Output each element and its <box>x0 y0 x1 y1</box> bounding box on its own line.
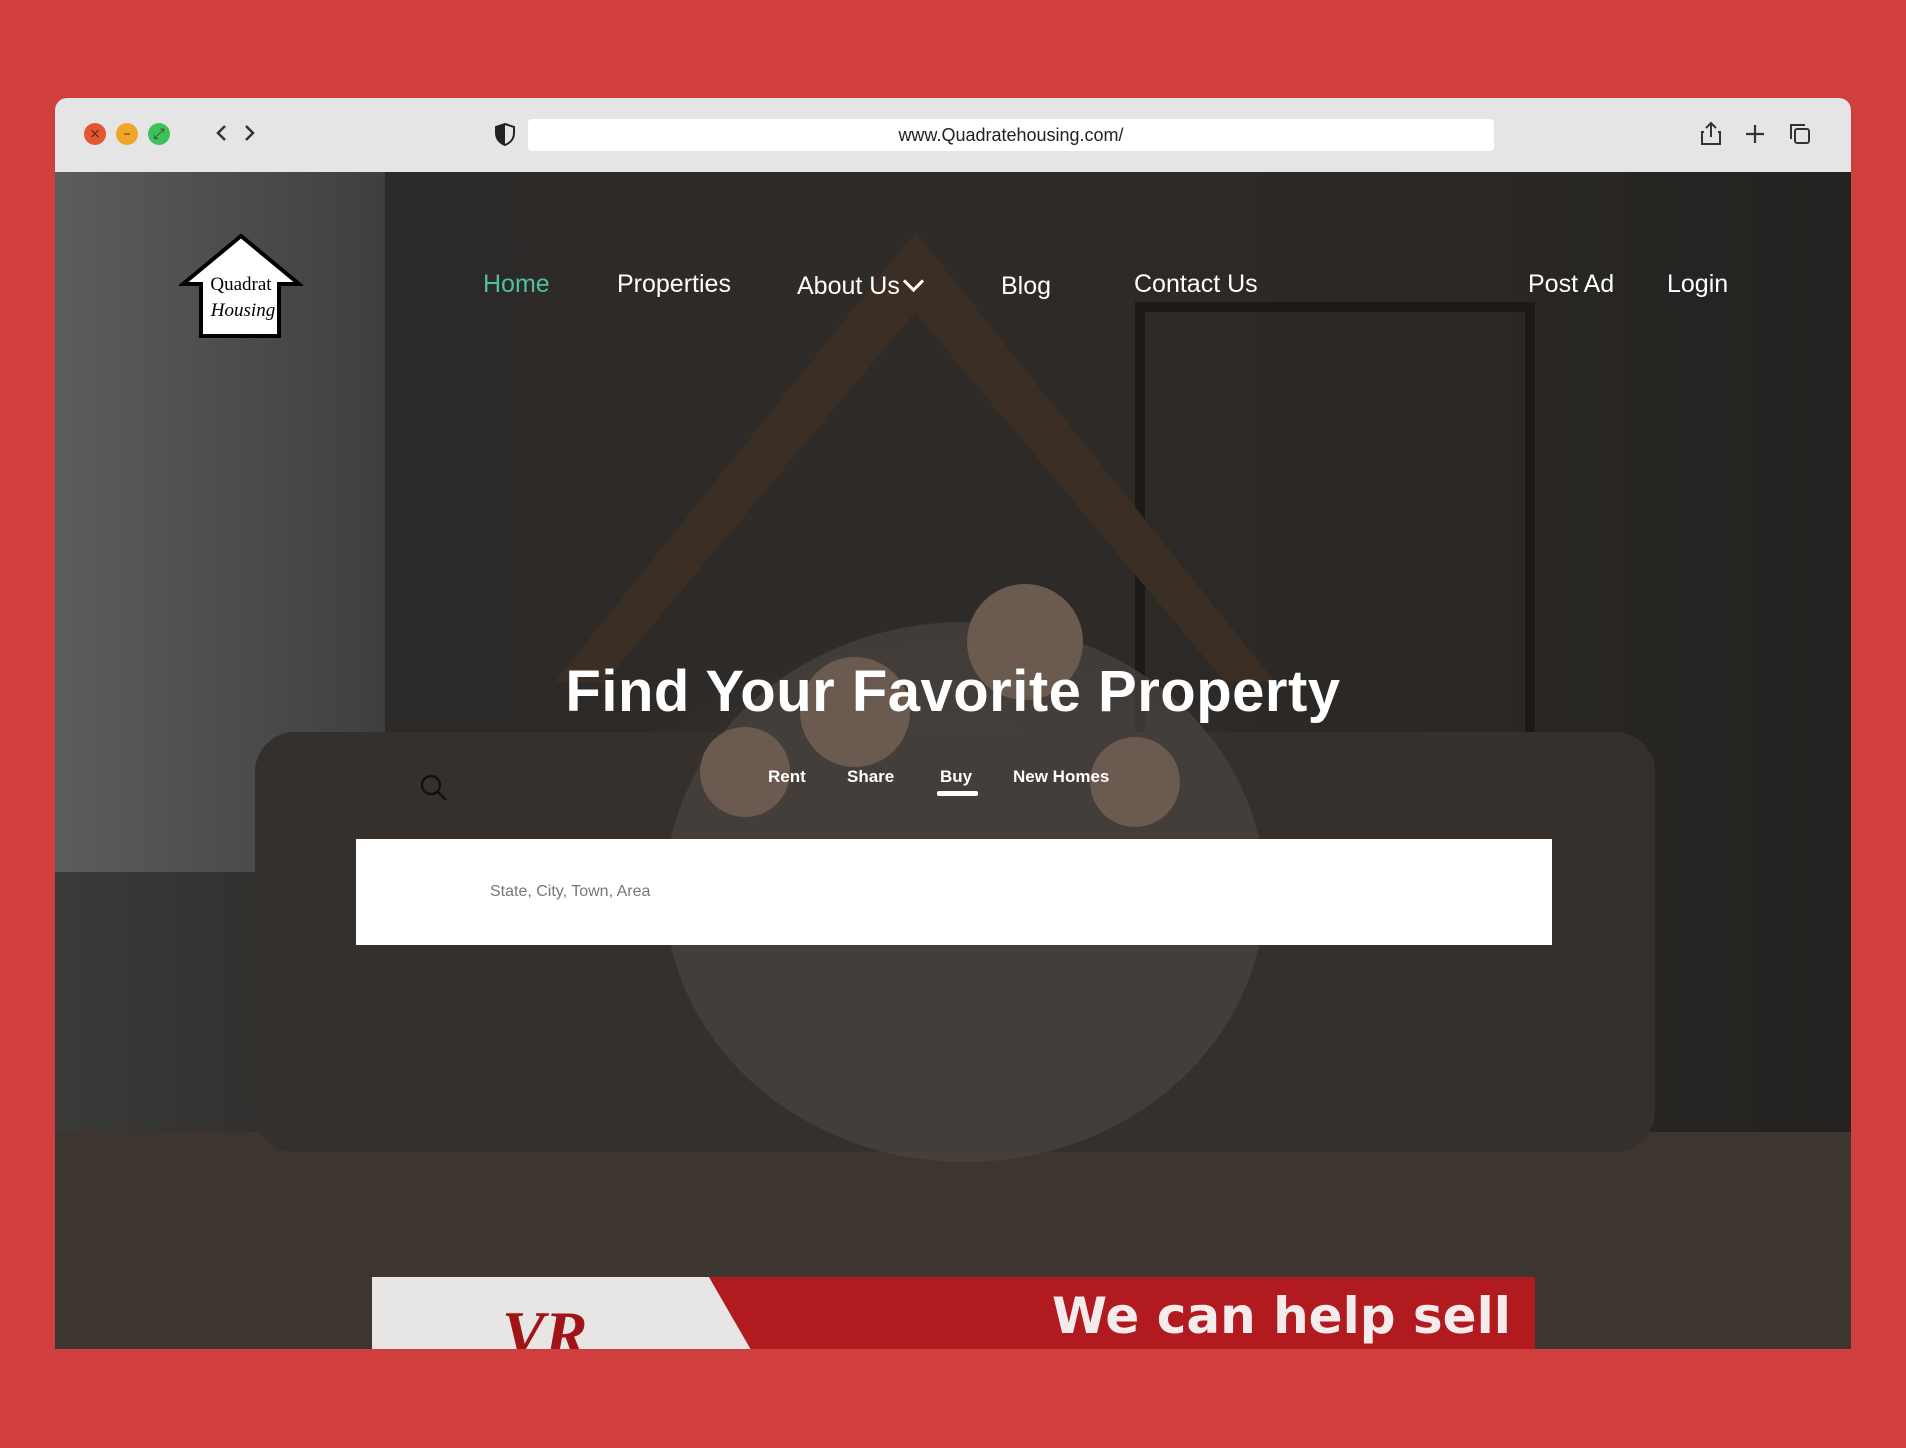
fullscreen-icon: ⤢ <box>153 126 165 142</box>
logo-text-line1: Quadrat <box>210 274 272 295</box>
selected-tab-indicator <box>937 791 978 796</box>
close-icon: × <box>89 126 101 142</box>
nav-about-us-label: About Us <box>797 272 900 300</box>
nav-about-us[interactable]: About Us <box>797 270 924 301</box>
location-search-input[interactable] <box>356 839 1552 945</box>
close-window-button[interactable]: × <box>84 123 106 145</box>
shield-icon[interactable] <box>492 121 518 147</box>
chevron-left-icon <box>216 125 226 141</box>
minimize-window-button[interactable]: – <box>116 123 138 145</box>
ad-logo: VR <box>502 1298 588 1349</box>
nav-login[interactable]: Login <box>1667 270 1728 299</box>
browser-window: × – ⤢ www.Quadratehousing.com/ Quadrat H… <box>55 98 1851 1349</box>
tab-share[interactable]: Share <box>847 767 894 787</box>
ad-banner[interactable]: VR We can help sell <box>372 1277 1535 1349</box>
browser-toolbar: × – ⤢ www.Quadratehousing.com/ <box>55 98 1851 172</box>
hero-section: Quadrat Housing Home Properties About Us… <box>55 172 1851 1349</box>
search-icon[interactable] <box>419 773 449 803</box>
share-icon[interactable] <box>1697 120 1725 148</box>
chevron-down-icon <box>902 270 924 293</box>
url-bar[interactable]: www.Quadratehousing.com/ <box>528 119 1494 151</box>
fullscreen-window-button[interactable]: ⤢ <box>148 123 170 145</box>
nav-home[interactable]: Home <box>483 270 550 299</box>
ad-text: We can help sell <box>1052 1287 1511 1345</box>
nav-blog[interactable]: Blog <box>1001 272 1051 301</box>
tab-rent[interactable]: Rent <box>768 767 806 787</box>
forward-button[interactable] <box>239 118 259 155</box>
tab-new-homes[interactable]: New Homes <box>1013 767 1109 787</box>
logo-text-line2: Housing <box>210 300 275 321</box>
nav-post-ad[interactable]: Post Ad <box>1528 270 1614 299</box>
tab-buy[interactable]: Buy <box>940 767 972 787</box>
nav-properties[interactable]: Properties <box>617 270 731 299</box>
tabs-icon[interactable] <box>1786 120 1814 148</box>
nav-contact-us[interactable]: Contact Us <box>1134 270 1258 299</box>
chevron-right-icon <box>245 125 255 141</box>
back-button[interactable] <box>212 118 232 155</box>
minimize-icon: – <box>123 126 131 142</box>
plus-icon[interactable] <box>1741 120 1769 148</box>
hero-headline: Find Your Favorite Property <box>565 659 1341 724</box>
site-logo[interactable]: Quadrat Housing <box>179 232 303 342</box>
